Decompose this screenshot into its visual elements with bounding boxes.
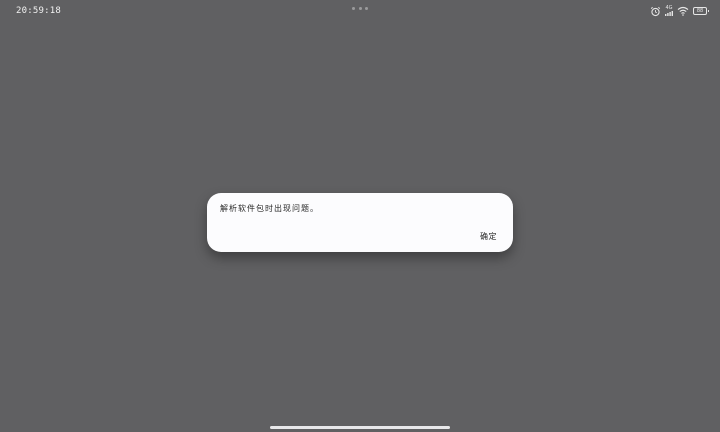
battery-level: 88 [696,8,704,14]
status-time: 20:59:18 [16,6,61,16]
status-bar: 20:59:18 4G 88 [0,0,720,22]
cellular-signal-icon: 4G [665,6,673,16]
status-icons: 4G 88 [650,5,709,17]
alarm-icon [650,6,661,17]
dialog-message: 解析软件包时出现问题。 [220,204,319,213]
wifi-icon [677,6,689,16]
handle-dot [365,7,368,10]
battery-icon: 88 [693,7,709,15]
handle-dot [358,7,362,10]
handle-dot [352,7,355,10]
network-type: 4G [665,5,673,11]
home-indicator[interactable] [270,426,450,429]
multitask-handle[interactable] [352,7,368,10]
confirm-button[interactable]: 确定 [478,230,499,243]
error-dialog: 解析软件包时出现问题。 确定 [207,193,513,252]
